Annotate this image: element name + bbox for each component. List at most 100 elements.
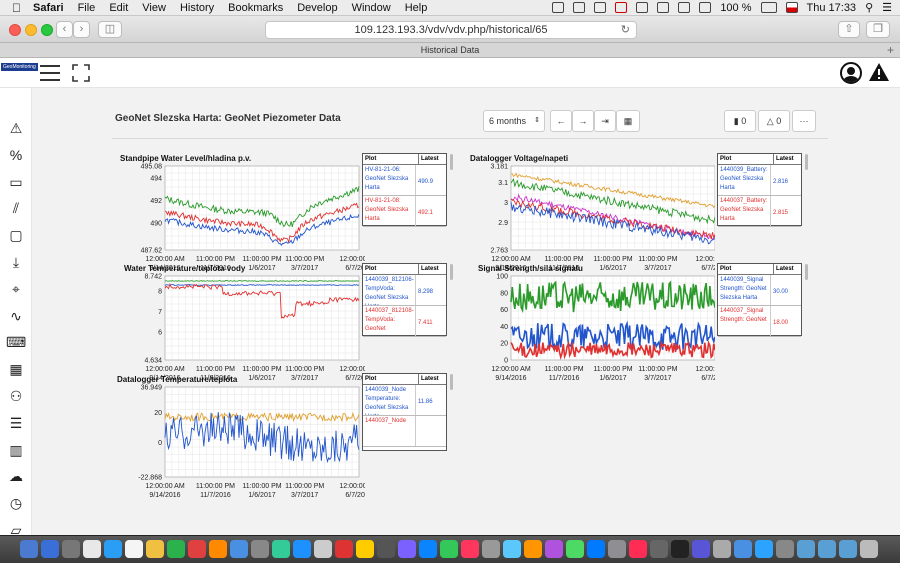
menu-help[interactable]: Help (405, 2, 428, 14)
dock-app-icon[interactable] (419, 540, 437, 558)
apple-menu-icon[interactable]:  (12, 1, 21, 15)
dock-app-icon[interactable] (125, 540, 143, 558)
list-icon[interactable]: ☰ (6, 413, 26, 433)
forward-button[interactable]: › (73, 21, 90, 38)
dock-app-icon[interactable] (608, 540, 626, 558)
legend-row[interactable]: 1440037_Node (363, 416, 446, 447)
alert-warning-icon[interactable] (868, 62, 890, 82)
legend-row[interactable]: HV-81-21-08: GeoNet Slezska Harta 492.1 (363, 196, 446, 227)
dock-app-icon[interactable] (293, 540, 311, 558)
dock-app-icon[interactable] (377, 540, 395, 558)
menubar-clock[interactable]: Thu 17:33 (807, 2, 857, 14)
back-button[interactable]: ‹ (56, 21, 73, 38)
legend-row[interactable]: 1440039_Signal Strength: GeoNet Slezska … (718, 275, 801, 306)
hamburger-menu-icon[interactable] (40, 65, 60, 81)
previous-period-button[interactable]: ← (550, 110, 572, 132)
calendar-button[interactable]: ▦ (616, 110, 640, 132)
download-icon[interactable]: ⤓ (6, 252, 26, 272)
address-bar[interactable]: 109.123.193.3/vdv/vdv.php/historical/65 … (265, 21, 637, 39)
zoom-window-button[interactable] (41, 24, 53, 36)
clock-icon[interactable]: ◷ (6, 493, 26, 513)
legend-row[interactable]: HV-81-21-06: GeoNet Slezska Harta 490.9 (363, 165, 446, 196)
dock-app-icon[interactable] (83, 540, 101, 558)
dock-app-icon[interactable] (167, 540, 185, 558)
menu-edit[interactable]: Edit (109, 2, 128, 14)
sidebar-toggle-button[interactable]: ◫ (98, 21, 122, 38)
dock-app-icon[interactable] (776, 540, 794, 558)
tab-historical-data[interactable]: Historical Data (421, 45, 480, 55)
dock-app-icon[interactable] (188, 540, 206, 558)
jump-to-end-button[interactable]: ⇥ (594, 110, 616, 132)
spotlight-icon[interactable]: ⚲ (865, 1, 873, 14)
dock-app-icon[interactable] (209, 540, 227, 558)
legend-row[interactable]: 1440039_812106-TempVoda: GeoNet Slezska … (363, 275, 446, 306)
dock-app-icon[interactable] (482, 540, 500, 558)
battery-percent[interactable]: 100 % (720, 2, 751, 14)
notification-center-icon[interactable]: ☰ (882, 1, 892, 14)
trend-icon[interactable]: ∿ (6, 306, 26, 326)
dock-app-icon[interactable] (650, 540, 668, 558)
battery-icon[interactable] (760, 2, 777, 13)
calendar-icon[interactable]: ▦ (6, 359, 26, 379)
legend-row[interactable]: 1440037_Signal Strength: GeoNet 18.00 (718, 306, 801, 337)
dock-app-icon[interactable] (230, 540, 248, 558)
chart-icon[interactable]: ⫽ (6, 198, 26, 218)
dock-app-icon[interactable] (545, 540, 563, 558)
dock-app-icon[interactable] (503, 540, 521, 558)
percent-icon[interactable]: % (6, 145, 26, 165)
bluetooth-icon[interactable] (636, 2, 649, 13)
menu-history[interactable]: History (180, 2, 214, 14)
menu-window[interactable]: Window (352, 2, 391, 14)
warning-icon[interactable]: ⚠ (6, 118, 26, 138)
volume-icon[interactable] (699, 2, 712, 13)
dock-app-icon[interactable] (587, 540, 605, 558)
legend-scrollbar[interactable] (450, 154, 453, 170)
dock-app-icon[interactable] (314, 540, 332, 558)
dock-app-icon[interactable] (566, 540, 584, 558)
menu-file[interactable]: File (78, 2, 96, 14)
keyboard-icon[interactable]: ⌨ (6, 332, 26, 352)
dock-app-icon[interactable] (398, 540, 416, 558)
dock-app-icon[interactable] (62, 540, 80, 558)
dock-app-icon[interactable] (755, 540, 773, 558)
dock-app-icon[interactable] (839, 540, 857, 558)
comments-button[interactable]: ▮ 0 (724, 110, 756, 132)
dock-app-icon[interactable] (461, 540, 479, 558)
dock-app-icon[interactable] (41, 540, 59, 558)
dock-app-icon[interactable] (335, 540, 353, 558)
dock-app-icon[interactable] (860, 540, 878, 558)
dock-app-icon[interactable] (692, 540, 710, 558)
alerts-button[interactable]: △ 0 (758, 110, 790, 132)
folder-icon[interactable]: ▢ (6, 225, 26, 245)
more-options-button[interactable]: ··· (792, 110, 816, 132)
fullscreen-icon[interactable] (72, 64, 90, 82)
legend-row[interactable]: 1440037_812108-TempVoda: GeoNet 7.411 (363, 306, 446, 337)
close-window-button[interactable] (9, 24, 21, 36)
binoculars-icon[interactable]: ⚇ (6, 386, 26, 406)
dock-app-icon[interactable] (356, 540, 374, 558)
wifi-icon[interactable] (657, 2, 670, 13)
menu-app-name[interactable]: Safari (33, 2, 64, 14)
airplay-icon[interactable] (678, 2, 691, 13)
new-tab-icon[interactable]: + (887, 43, 894, 57)
dock-app-icon[interactable] (797, 540, 815, 558)
legend-row[interactable]: 1440037_Battery: GeoNet Slezska Harta 2.8… (718, 196, 801, 227)
menu-bookmarks[interactable]: Bookmarks (228, 2, 283, 14)
legend-scrollbar[interactable] (450, 264, 453, 280)
legend-scrollbar[interactable] (805, 154, 808, 170)
legend-scrollbar[interactable] (450, 374, 453, 390)
status-icon-4[interactable] (615, 2, 628, 13)
dock-app-icon[interactable] (104, 540, 122, 558)
legend-row[interactable]: 1440039_Battery: GeoNet Slezska Harta 2.8… (718, 165, 801, 196)
tabs-overview-button[interactable]: ❐ (866, 21, 890, 38)
monitor-icon[interactable]: ▭ (6, 172, 26, 192)
dock-app-icon[interactable] (524, 540, 542, 558)
minimize-window-button[interactable] (25, 24, 37, 36)
reload-icon[interactable]: ↻ (621, 22, 630, 38)
dock-app-icon[interactable] (734, 540, 752, 558)
dock-app-icon[interactable] (818, 540, 836, 558)
menu-develop[interactable]: Develop (297, 2, 337, 14)
next-period-button[interactable]: → (572, 110, 594, 132)
status-icon-3[interactable] (594, 2, 607, 13)
dock-app-icon[interactable] (629, 540, 647, 558)
